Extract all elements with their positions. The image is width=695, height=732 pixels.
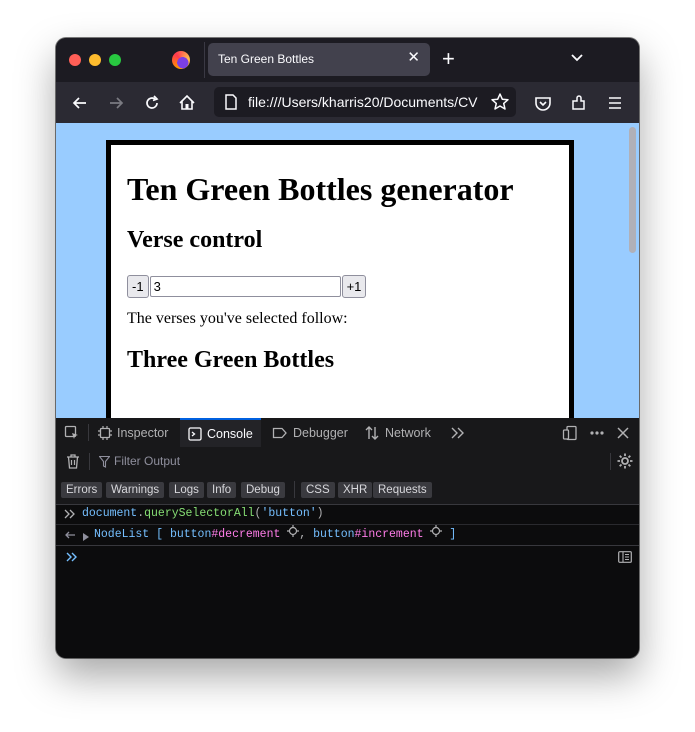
window-minimize-button[interactable] <box>89 54 101 66</box>
console-icon <box>188 426 202 441</box>
filter-xhr-button[interactable]: XHR <box>338 482 373 498</box>
result-close-bracket: ] <box>449 528 457 541</box>
increment-button[interactable]: +1 <box>341 274 367 298</box>
debugger-icon <box>272 427 287 438</box>
verse-controls: -1 3 +1 <box>127 274 553 298</box>
settings-divider <box>610 453 611 470</box>
tab-close-icon[interactable]: ✕ <box>407 50 420 66</box>
tab-console[interactable]: Console <box>180 418 261 447</box>
category-divider <box>294 481 295 498</box>
url-text[interactable]: file:///Users/kharris20/Documents/CV <box>248 94 478 110</box>
filter-requests-button[interactable]: Requests <box>373 482 432 498</box>
filter-info-button[interactable]: Info <box>207 482 237 498</box>
verse-number-input[interactable]: 3 <box>149 275 341 297</box>
command-method: querySelectorAll <box>144 507 255 520</box>
editor-mode-toggle-icon[interactable] <box>618 551 632 571</box>
new-tab-plus-icon[interactable]: + <box>442 47 455 71</box>
console-command-row: document.querySelectorAll('button') <box>56 504 639 525</box>
toolbar-divider <box>88 424 89 441</box>
decrement-button[interactable]: -1 <box>127 274 149 298</box>
tab-divider <box>204 42 205 78</box>
page-container: Ten Green Bottles generator Verse contro… <box>106 140 574 418</box>
filter-logs-button[interactable]: Logs <box>169 482 204 498</box>
document-icon <box>224 94 238 115</box>
command-object: document <box>82 507 138 520</box>
element-picker-icon[interactable] <box>64 418 85 447</box>
window-maximize-button[interactable] <box>109 54 121 66</box>
verse-heading: Three Green Bottles <box>127 347 335 373</box>
inspector-icon <box>98 425 112 440</box>
devtools-toolbar: Inspector Console Debugger Network <box>56 418 639 448</box>
verse-control-heading: Verse control <box>127 227 263 253</box>
firefox-logo-icon <box>172 51 190 69</box>
console-settings-gear-icon[interactable] <box>617 453 633 474</box>
extensions-puzzle-icon[interactable] <box>569 93 589 113</box>
responsive-design-icon[interactable] <box>562 418 583 447</box>
page-viewport: Ten Green Bottles generator Verse contro… <box>56 123 639 418</box>
close-devtools-icon[interactable] <box>616 418 635 447</box>
verses-intro-text: The verses you've selected follow: <box>127 310 348 327</box>
filter-funnel-icon <box>98 455 111 473</box>
network-icon <box>365 425 379 440</box>
browser-window: Ten Green Bottles ✕ + file:///Users/khar… <box>56 38 639 658</box>
tab-ten-green-bottles[interactable]: Ten Green Bottles ✕ <box>208 43 430 76</box>
tab-strip: Ten Green Bottles ✕ + <box>56 38 639 82</box>
result-type: NodeList <box>94 528 150 541</box>
pocket-icon[interactable] <box>533 93 553 113</box>
page-scrollbar[interactable] <box>629 127 636 253</box>
tab-debugger-label: Debugger <box>293 425 348 440</box>
tab-debugger[interactable]: Debugger <box>272 418 348 447</box>
crosshair-icon[interactable] <box>430 525 443 541</box>
input-prompt-chevron-icon <box>66 551 78 571</box>
tab-inspector[interactable]: Inspector <box>98 418 168 447</box>
address-bar[interactable]: file:///Users/kharris20/Documents/CV <box>214 87 516 117</box>
result-item1-tag[interactable]: button <box>170 528 211 541</box>
filter-output-input[interactable]: Filter Output <box>114 454 180 468</box>
filter-css-button[interactable]: CSS <box>301 482 335 498</box>
navigation-toolbar: file:///Users/kharris20/Documents/CV <box>56 82 639 123</box>
console-filter-bar: Filter Output <box>56 447 639 476</box>
forward-arrow-icon[interactable] <box>106 93 126 113</box>
more-tools-chevron-icon[interactable] <box>449 418 470 447</box>
window-close-button[interactable] <box>69 54 81 66</box>
filter-divider <box>89 453 90 470</box>
filter-warnings-button[interactable]: Warnings <box>106 482 165 498</box>
back-arrow-icon[interactable] <box>70 93 90 113</box>
tab-console-label: Console <box>207 426 253 441</box>
command-close-paren: ) <box>316 507 324 520</box>
tab-network[interactable]: Network <box>364 418 431 447</box>
result-separator: , <box>299 528 307 541</box>
page-heading: Ten Green Bottles generator <box>127 171 514 207</box>
options-menu-icon[interactable] <box>589 418 610 447</box>
devtools-panel: Inspector Console Debugger Network Filte… <box>56 418 639 658</box>
console-result-row[interactable]: NodeList [ button#decrement , button#inc… <box>56 525 639 546</box>
crosshair-icon[interactable] <box>287 525 300 541</box>
console-input-row[interactable] <box>56 546 639 566</box>
reload-icon[interactable] <box>142 93 162 113</box>
hamburger-menu-icon[interactable] <box>605 93 625 113</box>
result-item2-tag[interactable]: button <box>313 528 354 541</box>
list-all-tabs-chevron-icon[interactable] <box>570 50 584 69</box>
result-item2-id[interactable]: #increment <box>355 528 424 541</box>
clear-console-trash-icon[interactable] <box>65 453 81 474</box>
command-argument: 'button' <box>261 507 317 520</box>
filter-errors-button[interactable]: Errors <box>61 482 103 498</box>
result-item1-id[interactable]: #decrement <box>211 528 280 541</box>
bookmark-star-icon[interactable] <box>488 92 510 117</box>
tab-network-label: Network <box>385 425 431 440</box>
log-category-filter-bar: Errors Warnings Logs Info Debug CSS XHR … <box>56 475 639 505</box>
tab-inspector-label: Inspector <box>117 425 169 440</box>
filter-debug-button[interactable]: Debug <box>241 482 285 498</box>
result-open-bracket: [ <box>156 528 164 541</box>
tab-title: Ten Green Bottles <box>218 52 315 66</box>
console-output: document.querySelectorAll('button') Node… <box>56 504 639 566</box>
home-icon[interactable] <box>177 93 197 113</box>
